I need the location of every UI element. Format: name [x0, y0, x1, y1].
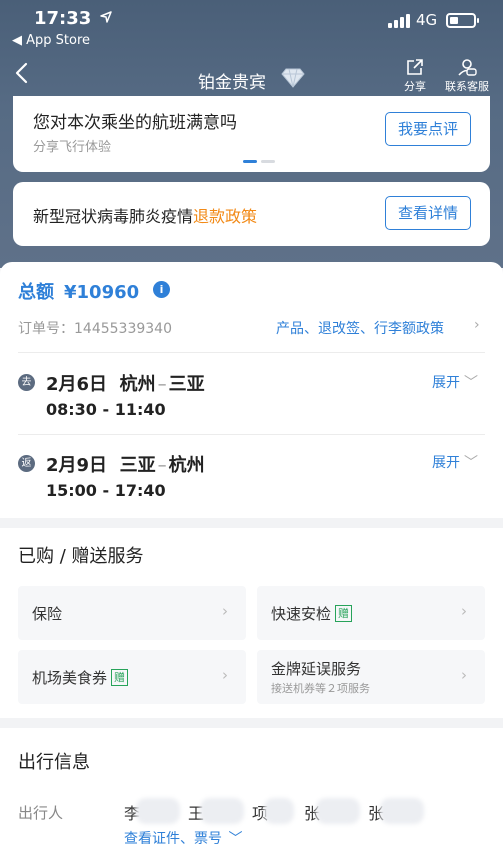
chevron-right-icon: ›: [222, 666, 228, 684]
diamond-vip-icon: [281, 68, 305, 92]
expand-leg-button[interactable]: 展开 ﹀: [432, 452, 478, 472]
passengers-label: 出行人: [18, 804, 64, 822]
order-number: 订单号：14455339340: [18, 321, 172, 337]
share-icon: [407, 59, 423, 75]
info-icon[interactable]: i: [153, 281, 170, 298]
passenger-name: 王: [188, 798, 246, 824]
trip-info-panel: 出行信息 出行人 李 王 项 张 张 查看证件、票号 ﹀: [0, 728, 503, 844]
covid-notice: 新型冠状病毒肺炎疫情退款政策: [33, 207, 258, 226]
gift-badge: 赠: [335, 605, 353, 622]
customer-service-icon: [458, 59, 477, 76]
service-food-voucher[interactable]: 机场美食券赠 ›: [18, 650, 246, 704]
flight-leg-route: 2月9日 三亚 – 杭州: [46, 455, 205, 476]
passenger-list: 李 王 项 张 张: [124, 798, 424, 824]
service-label: 联系客服: [445, 80, 489, 93]
passenger-name: 张: [368, 798, 424, 824]
view-documents-link[interactable]: 查看证件、票号 ﹀: [124, 828, 242, 844]
flight-leg-route: 2月6日 杭州 – 三亚: [46, 374, 205, 395]
passenger-name: 李: [124, 798, 182, 824]
chevron-down-icon: ﹀: [464, 455, 478, 471]
location-arrow-icon: [99, 11, 112, 23]
cellular-signal-icon: [388, 14, 410, 28]
back-button[interactable]: [14, 62, 28, 89]
services-title: 已购 / 赠送服务: [18, 546, 144, 567]
status-bar: 17:33 ◀ App Store 4G: [0, 0, 503, 54]
gift-badge: 赠: [111, 669, 129, 686]
battery-icon: [446, 13, 479, 28]
total-amount: 总额 ¥10960: [18, 282, 140, 303]
passenger-name: 项: [252, 798, 298, 824]
outbound-tag: 去: [18, 374, 35, 391]
rating-subtitle: 分享飞行体验: [33, 140, 112, 155]
service-delay-protection[interactable]: 金牌延误服务 接送机券等２项服务 ›: [257, 650, 485, 704]
service-insurance[interactable]: 保险 ›: [18, 586, 246, 640]
share-label: 分享: [404, 80, 426, 93]
trip-info-title: 出行信息: [18, 752, 90, 773]
chevron-right-icon: ›: [222, 602, 228, 620]
write-review-button[interactable]: 我要点评: [385, 112, 471, 146]
chevron-down-icon: ﹀: [228, 831, 243, 844]
rating-card: 您对本次乘坐的航班满意吗 分享飞行体验 我要点评: [13, 96, 490, 172]
passenger-name: 张: [304, 798, 362, 824]
view-details-button[interactable]: 查看详情: [385, 196, 471, 230]
chevron-left-icon: [15, 62, 28, 84]
carousel-indicator: [243, 160, 275, 163]
page-title: 铂金贵宾: [198, 73, 266, 93]
services-panel: 已购 / 赠送服务 保险 › 快速安检赠 › 机场美食券赠 › 金牌延误服务 接…: [0, 528, 503, 718]
rating-title: 您对本次乘坐的航班满意吗: [33, 113, 237, 133]
covid-policy-card: 新型冠状病毒肺炎疫情退款政策 查看详情: [13, 182, 490, 246]
service-label: 机场美食券赠: [32, 667, 129, 688]
expand-leg-button[interactable]: 展开 ﹀: [432, 372, 478, 392]
divider: [18, 434, 485, 435]
service-fast-security[interactable]: 快速安检赠 ›: [257, 586, 485, 640]
flight-leg-time: 08:30 - 11:40: [46, 400, 166, 419]
chevron-right-icon: ›: [474, 317, 480, 333]
back-to-app-store-link[interactable]: ◀ App Store: [12, 33, 90, 48]
policy-link[interactable]: 产品、退改签、行李额政策: [276, 318, 444, 338]
return-tag: 返: [18, 455, 35, 472]
service-label: 保险: [32, 605, 63, 623]
service-label: 快速安检赠: [271, 603, 353, 624]
status-time: 17:33: [34, 8, 112, 29]
service-sublabel: 接送机券等２项服务: [271, 682, 370, 695]
divider: [18, 352, 485, 353]
customer-service-button[interactable]: 联系客服: [440, 58, 494, 94]
chevron-right-icon: ›: [461, 602, 467, 620]
service-label: 金牌延误服务: [271, 660, 362, 678]
flight-leg-time: 15:00 - 17:40: [46, 481, 166, 500]
refund-policy-link[interactable]: 退款政策: [193, 207, 257, 226]
share-button[interactable]: 分享: [398, 58, 432, 94]
order-panel: 总额 ¥10960 i 订单号：14455339340 产品、退改签、行李额政策 …: [0, 262, 503, 518]
chevron-down-icon: ﹀: [464, 375, 478, 391]
network-type: 4G: [416, 11, 438, 29]
chevron-right-icon: ›: [461, 666, 467, 684]
